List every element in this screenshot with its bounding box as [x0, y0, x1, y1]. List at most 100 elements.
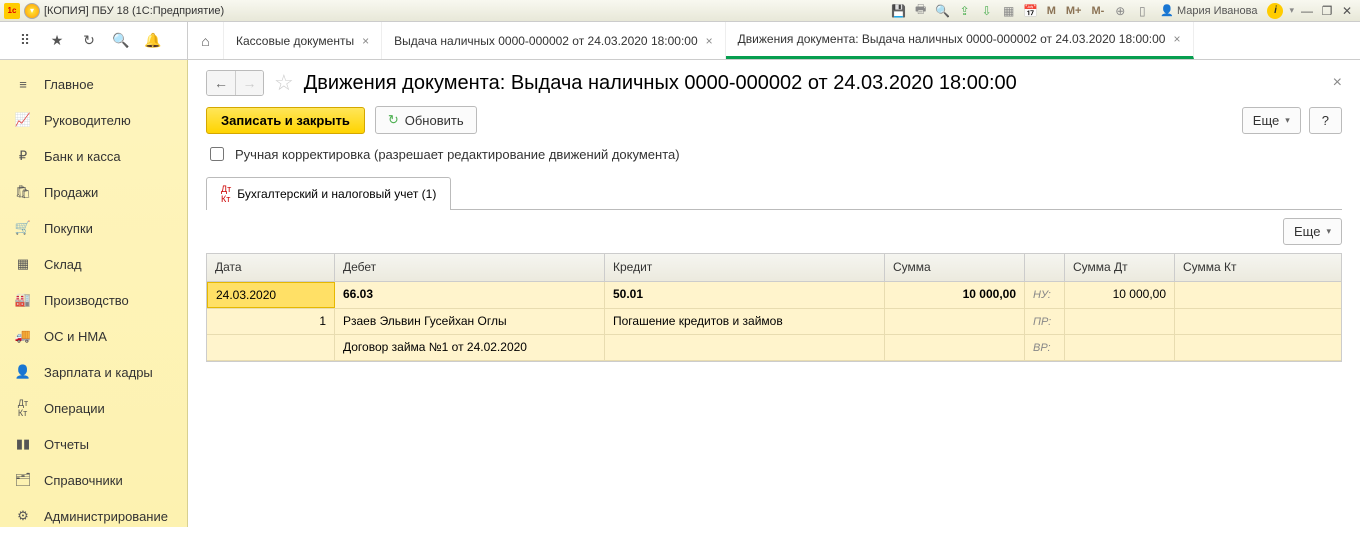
user-menu[interactable]: 👤 Мария Иванова [1156, 4, 1261, 17]
tab-close-icon[interactable]: × [362, 34, 369, 48]
cell-credit[interactable]: 50.01 [605, 282, 885, 308]
cell-empty[interactable] [1065, 335, 1175, 360]
cell-sumdt[interactable]: 10 000,00 [1065, 282, 1175, 308]
tab-cash-out[interactable]: Выдача наличных 0000-000002 от 24.03.202… [382, 22, 726, 59]
forward-button[interactable]: → [235, 71, 263, 95]
history-icon[interactable]: ↻ [80, 32, 98, 50]
cell-empty[interactable] [1065, 309, 1175, 334]
subtab-label: Бухгалтерский и налоговый учет (1) [237, 187, 436, 201]
cell-sumkt[interactable] [1175, 282, 1341, 308]
tab-document-movements[interactable]: Движения документа: Выдача наличных 0000… [726, 22, 1194, 59]
zoom-icon[interactable]: ⊕ [1112, 3, 1128, 19]
window-title: [КОПИЯ] ПБУ 18 (1С:Предприятие) [44, 5, 224, 17]
nav-label: Главное [44, 77, 94, 92]
calculator-icon[interactable]: ▦ [1001, 3, 1017, 19]
favorite-star-icon[interactable]: ★ [48, 32, 66, 50]
nav-reports[interactable]: ▮▮Отчеты [0, 426, 187, 462]
cell-debit[interactable]: 66.03 [335, 282, 605, 308]
user-name: Мария Иванова [1177, 5, 1257, 17]
cell-empty[interactable] [605, 335, 885, 360]
nav-salary[interactable]: 👤Зарплата и кадры [0, 354, 187, 390]
nav-bank[interactable]: ₽Банк и касса [0, 138, 187, 174]
cell-empty[interactable] [1175, 309, 1341, 334]
favorite-icon[interactable]: ☆ [274, 70, 294, 96]
manual-edit-checkbox-row[interactable]: Ручная корректировка (разрешает редактир… [206, 144, 1342, 164]
mem-mplus[interactable]: M+ [1064, 5, 1084, 17]
dtkt-icon: ДтКт [14, 399, 32, 417]
nav-fixed-assets[interactable]: 🚚ОС и НМА [0, 318, 187, 354]
nav-production[interactable]: 🏭Производство [0, 282, 187, 318]
nav-main[interactable]: ≡Главное [0, 66, 187, 102]
grid-row[interactable]: Договор займа №1 от 24.02.2020 ВР: [207, 335, 1341, 361]
tab-label: Выдача наличных 0000-000002 от 24.03.202… [394, 34, 698, 48]
gear-icon: ⚙ [14, 507, 32, 525]
bell-icon[interactable]: 🔔 [144, 32, 162, 50]
col-debit[interactable]: Дебет [335, 254, 605, 281]
window-restore[interactable]: ❐ [1320, 4, 1334, 18]
tab-label: Движения документа: Выдача наличных 0000… [738, 32, 1166, 46]
nav-warehouse[interactable]: ▦Склад [0, 246, 187, 282]
nav-sales[interactable]: 🛍Продажи [0, 174, 187, 210]
chevron-down-icon: ▾ [1326, 226, 1331, 237]
search-icon[interactable]: 🔍 [112, 32, 130, 50]
nav-catalogs[interactable]: 🗂Справочники [0, 462, 187, 498]
save-disk-icon[interactable]: 💾 [891, 3, 907, 19]
save-close-button[interactable]: Записать и закрыть [206, 107, 365, 134]
col-credit[interactable]: Кредит [605, 254, 885, 281]
cell-empty[interactable] [885, 309, 1025, 334]
tab-cash-documents[interactable]: Кассовые документы × [224, 22, 382, 59]
back-button[interactable]: ← [207, 71, 235, 95]
cell-debit-sub[interactable]: Рзаев Эльвин Гусейхан Оглы [335, 309, 605, 334]
cell-credit-sub[interactable]: Погашение кредитов и займов [605, 309, 885, 334]
folder-icon: 🗂 [14, 471, 32, 489]
tab-label: Кассовые документы [236, 34, 354, 48]
nav-operations[interactable]: ДтКтОперации [0, 390, 187, 426]
nav-manager[interactable]: 📈Руководителю [0, 102, 187, 138]
subtab-accounting[interactable]: ДтКт Бухгалтерский и налоговый учет (1) [206, 177, 451, 210]
grid-more-button[interactable]: Еще ▾ [1283, 218, 1342, 245]
refresh-button[interactable]: ↻ Обновить [375, 106, 477, 134]
window-close[interactable]: ✕ [1340, 4, 1354, 18]
cell-date[interactable]: 24.03.2020 [207, 282, 335, 308]
preview-icon[interactable]: 🔍 [935, 3, 951, 19]
tab-close-icon[interactable]: × [706, 34, 713, 48]
help-button[interactable]: ? [1309, 107, 1342, 134]
calendar-icon[interactable]: 📅 [1023, 3, 1039, 19]
home-tab[interactable]: ⌂ [188, 22, 224, 59]
nav-buttons: ← → [206, 70, 264, 96]
col-sumdt[interactable]: Сумма Дт [1065, 254, 1175, 281]
tab-close-icon[interactable]: × [1173, 32, 1180, 46]
compare-icon[interactable]: ⇪ [957, 3, 973, 19]
dropdown-circle-icon[interactable]: ▾ [24, 3, 40, 19]
cell-empty[interactable] [1175, 335, 1341, 360]
col-date[interactable]: Дата [207, 254, 335, 281]
window-minimize[interactable]: — [1300, 4, 1314, 18]
cell-num[interactable]: 1 [207, 309, 335, 334]
mem-m[interactable]: M [1045, 5, 1058, 17]
nav-purchases[interactable]: 🛒Покупки [0, 210, 187, 246]
mem-mminus[interactable]: M- [1089, 5, 1106, 17]
person-icon: 👤 [14, 363, 32, 381]
grid-row[interactable]: 1 Рзаев Эльвин Гусейхан Оглы Погашение к… [207, 309, 1341, 335]
col-sumkt[interactable]: Сумма Кт [1175, 254, 1341, 281]
manual-edit-label: Ручная корректировка (разрешает редактир… [235, 147, 680, 162]
col-prefix[interactable] [1025, 254, 1065, 281]
close-page-icon[interactable]: × [1333, 74, 1342, 92]
grid-row[interactable]: 24.03.2020 66.03 50.01 10 000,00 НУ: 10 … [207, 282, 1341, 309]
nav-label: Руководителю [44, 113, 131, 128]
cell-empty[interactable] [885, 335, 1025, 360]
page-title: Движения документа: Выдача наличных 0000… [304, 72, 1017, 95]
manual-edit-checkbox[interactable] [210, 147, 224, 161]
cell-sum[interactable]: 10 000,00 [885, 282, 1025, 308]
col-sum[interactable]: Сумма [885, 254, 1025, 281]
cell-debit-sub[interactable]: Договор займа №1 от 24.02.2020 [335, 335, 605, 360]
nav-admin[interactable]: ⚙Администрирование [0, 498, 187, 534]
nav-label: Склад [44, 257, 82, 272]
apps-icon[interactable]: ⠿ [16, 32, 34, 50]
print-icon[interactable]: 🖶 [913, 3, 929, 19]
cell-empty[interactable] [207, 335, 335, 360]
download-icon[interactable]: ⇩ [979, 3, 995, 19]
more-button[interactable]: Еще ▾ [1242, 107, 1301, 134]
panel-icon[interactable]: ▯ [1134, 3, 1150, 19]
info-icon[interactable]: i [1267, 3, 1283, 19]
